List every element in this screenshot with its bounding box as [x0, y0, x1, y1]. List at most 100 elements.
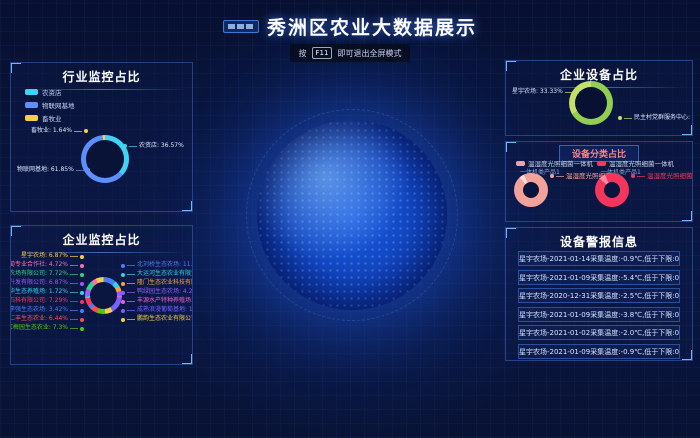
- label-text: 鸭绿园生态农场: 4.299: [137, 288, 193, 297]
- chart-label: 李强生态农场: 3.42%: [10, 306, 84, 315]
- panel-device-alarms: 设备警报信息 星宇农场-2021-01-14采集温度:-0.9℃,低于下限:0℃…: [505, 227, 693, 361]
- label-text: 圣华生态养殖场: 1.72%: [10, 288, 68, 297]
- label-line: [76, 170, 84, 171]
- legend-item[interactable]: 物联网基地: [25, 100, 75, 110]
- donut-hole: [604, 182, 620, 198]
- label-text: 星宇农场: 33.33%: [512, 88, 563, 97]
- label-text: 北刘桥生态农场: 11.56%: [137, 261, 193, 270]
- alarm-row: 星宇农场-2021-01-02采集温度:-2.0℃,低于下限:0℃: [518, 325, 680, 340]
- enterprise-labels-left: 星宇农场: 6.87% 秀湖葡萄专业合作社: 4.72% 家绿农场有限公司: 7…: [11, 252, 84, 333]
- label-line: [70, 328, 78, 329]
- label-line: [70, 256, 78, 257]
- enterprise-donut-chart[interactable]: [85, 277, 122, 314]
- label-line: [127, 292, 135, 293]
- header: 秀洲区农业大数据展示 按 F11 即可退出全屏模式: [0, 13, 700, 62]
- chart-label: 家绿农场有限公司: 7.72%: [10, 270, 84, 279]
- label-text: 红梅园生态农业: 7.3%: [10, 324, 68, 333]
- label-text: 李强生态农场: 3.42%: [10, 306, 68, 315]
- chart-label: 秀湖葡萄专业合作社: 4.72%: [10, 261, 84, 270]
- label-dot: [80, 264, 84, 268]
- label-line: [556, 176, 564, 177]
- label-text: 大运河生态农业有限责任公: [137, 270, 193, 279]
- industry-donut-chart[interactable]: [81, 135, 129, 183]
- label-dot: [121, 300, 125, 304]
- label-line: [637, 176, 645, 177]
- legend-swatch: [25, 89, 38, 95]
- label-text: 翔升发有限公司: 6.87%: [10, 279, 68, 288]
- chart-label: 圣华生态养殖场: 1.72%: [10, 288, 84, 297]
- dashboard: 秀洲区农业大数据展示 按 F11 即可退出全屏模式 行业监控占比 农资店 物联网…: [0, 0, 700, 438]
- label-dot: [121, 318, 125, 322]
- category-donut-left[interactable]: [514, 173, 548, 207]
- label-line: [129, 146, 137, 147]
- chart-label: 丰源水产特种养殖场: 1.: [121, 297, 193, 306]
- f11-key-badge: F11: [312, 47, 333, 59]
- chart-label: 仁丰生态农业: 6.44%: [10, 315, 84, 324]
- legend-item[interactable]: 农资店: [25, 87, 75, 97]
- category-donut-right[interactable]: [595, 173, 629, 207]
- label-text: 成熟浪漫葡萄基地: 15.02%: [137, 306, 193, 315]
- label-line: [624, 118, 632, 119]
- label-dot: [618, 116, 622, 120]
- label-dot: [80, 273, 84, 277]
- panel-title: 行业监控占比: [11, 63, 192, 85]
- panel-device-ratio: 企业设备占比 星宇农场: 33.33% 民主村党群服务中心:: [505, 60, 693, 136]
- hint-suffix: 即可退出全屏模式: [337, 48, 401, 59]
- label-line: [70, 310, 78, 311]
- industry-legend: 农资店 物联网基地 畜牧业: [25, 87, 75, 123]
- panel-enterprise-monitoring: 企业监控占比 星宇农场: 6.87% 秀湖葡萄专业合作社: 4.72%: [10, 225, 193, 365]
- enterprise-labels-right: 北刘桥生态农场: 11.56% 大运河生态农业有限责任公 隆门生态农业科技有限公: [121, 261, 193, 324]
- label-text: 农资店: 36.57%: [139, 142, 184, 151]
- label-dot: [631, 174, 635, 178]
- label-text: 隆门生态农业科技有限公: [137, 279, 193, 288]
- label-text: 星宇农场: 6.87%: [21, 252, 68, 261]
- label-text: 鹏韵生态农业有限公司: 6.879: [137, 315, 193, 324]
- label-line: [70, 301, 78, 302]
- panel-title: 设备警报信息: [506, 228, 692, 250]
- hint-prefix: 按: [299, 48, 307, 59]
- chart-label: 农资店: 36.57%: [123, 142, 184, 151]
- label-dot: [86, 168, 90, 172]
- label-text: 丰源水产特种养殖场: 1.: [137, 297, 193, 306]
- globe-visualization: [257, 120, 447, 310]
- label-dot: [121, 282, 125, 286]
- legend-label: 畜牧业: [42, 113, 62, 123]
- page-title: 秀洲区农业大数据展示: [267, 13, 477, 40]
- donut-hole: [90, 282, 117, 309]
- chart-label: 隆门生态农业科技有限公: [121, 279, 193, 288]
- donut-hole: [523, 182, 539, 198]
- panel-title: 企业监控占比: [11, 226, 192, 248]
- label-dot: [575, 90, 579, 94]
- panel-title: 企业设备占比: [506, 61, 692, 83]
- label-dot: [80, 255, 84, 259]
- label-line: [70, 292, 78, 293]
- chart-label: 民主村党群服务中心:: [618, 114, 690, 123]
- label-line: [127, 283, 135, 284]
- label-dot: [80, 327, 84, 331]
- chart-label: 红梅园生态农业: 7.3%: [10, 324, 84, 333]
- label-line: [70, 274, 78, 275]
- label-dot: [80, 318, 84, 322]
- label-dot: [80, 309, 84, 313]
- legend-item[interactable]: 畜牧业: [25, 113, 75, 123]
- chart-label: 中石科有限公司: 7.29%: [10, 297, 84, 306]
- label-text: 温湿度光照细菌一: [647, 172, 693, 181]
- label-dot: [550, 174, 554, 178]
- alarm-list: 星宇农场-2021-01-14采集温度:-0.9℃,低于下限:0℃ 星宇农场-2…: [518, 251, 680, 361]
- alarm-row: 星宇农场-2020-12-31采集温度:-2.5℃,低于下限:0℃: [518, 288, 680, 303]
- label-dot: [80, 282, 84, 286]
- donut-hole: [86, 140, 124, 178]
- chart-label: 星宇农场: 6.87%: [21, 252, 84, 261]
- label-dot: [121, 264, 125, 268]
- panel-industry-monitoring: 行业监控占比 农资店 物联网基地 畜牧业: [10, 62, 193, 212]
- chart-label: 大运河生态农业有限责任公: [121, 270, 193, 279]
- legend-swatch: [597, 161, 606, 166]
- label-text: 中石科有限公司: 7.29%: [10, 297, 68, 306]
- chart-label: 物联网基地: 61.85%: [17, 166, 90, 175]
- chart-label: 北刘桥生态农场: 11.56%: [121, 261, 193, 270]
- chart-label: 温湿度光照细菌一: [631, 172, 693, 181]
- chart-label: 鸭绿园生态农场: 4.299: [121, 288, 193, 297]
- chart-label: 成熟浪漫葡萄基地: 15.02%: [121, 306, 193, 315]
- chart-label: 星宇农场: 33.33%: [512, 88, 579, 97]
- brand-logo-icon: [223, 20, 259, 33]
